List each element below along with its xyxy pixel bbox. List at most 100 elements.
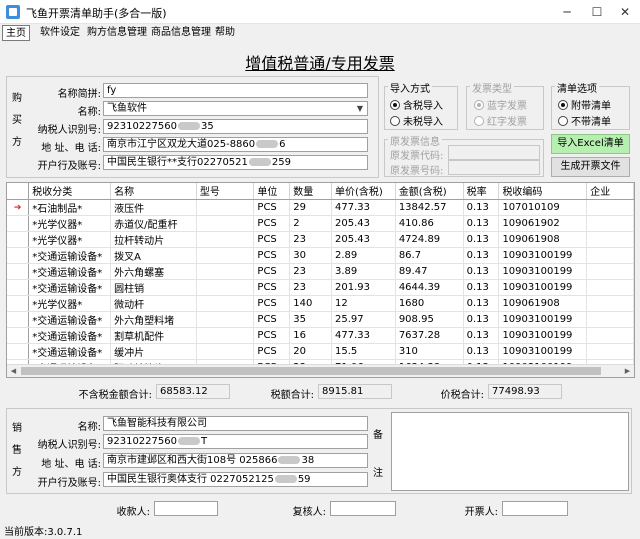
table-row[interactable]: *交通运输设备* 圆柱销 PCS 23 201.93 4644.39 0.13 1090310… — [7, 279, 634, 296]
menu-home[interactable]: 主页 — [2, 25, 30, 41]
table-cell[interactable]: 微动杆 — [110, 295, 197, 312]
table-cell[interactable]: *交通运输设备* — [28, 311, 112, 328]
payee-input[interactable] — [154, 501, 218, 516]
table-cell[interactable]: 0.13 — [463, 295, 500, 312]
table-row[interactable]: ➔ *石油制品* 液压件 PCS 29 477.33 13842.57 0.13 1070101… — [7, 199, 634, 216]
row-header[interactable] — [7, 279, 30, 296]
table-cell[interactable] — [196, 247, 255, 264]
table-cell[interactable]: 20 — [289, 343, 332, 360]
original-code-input[interactable] — [448, 145, 540, 160]
table-cell[interactable]: 35 — [289, 311, 332, 328]
row-header[interactable] — [7, 231, 30, 248]
minimize-button[interactable]: ─ — [552, 0, 582, 24]
table-cell[interactable]: 外六角塑料堵 — [110, 311, 197, 328]
table-cell[interactable]: 0.13 — [463, 311, 500, 328]
table-cell[interactable]: 140 — [289, 295, 332, 312]
table-cell[interactable]: *光学仪器* — [28, 295, 112, 312]
table-cell[interactable]: PCS — [253, 231, 291, 248]
table-cell[interactable]: PCS — [253, 327, 291, 344]
table-cell[interactable] — [196, 311, 255, 328]
table-cell[interactable]: *光学仪器* — [28, 231, 112, 248]
table-cell[interactable] — [586, 311, 634, 328]
table-cell[interactable] — [586, 343, 634, 360]
table-cell[interactable] — [586, 263, 634, 280]
table-cell[interactable]: 23 — [289, 279, 332, 296]
table-cell[interactable]: 圆柱销 — [110, 279, 197, 296]
table-cell[interactable]: 10903100199 — [498, 343, 588, 360]
table-cell[interactable] — [586, 215, 634, 232]
buyer-name-combo[interactable]: 飞鱼软件 ▼ — [103, 101, 368, 116]
table-cell[interactable]: 外六角螺塞 — [110, 263, 197, 280]
table-cell[interactable]: 缓冲片 — [110, 343, 197, 360]
table-cell[interactable]: 10903100199 — [498, 247, 588, 264]
row-header[interactable] — [7, 343, 30, 360]
buyer-bank-input[interactable]: 中国民生银行**支行02270521 259 — [103, 155, 368, 170]
import-excel-button[interactable]: 导入Excel清单 — [551, 134, 630, 154]
menu-buyer-manage[interactable]: 购方信息管理 — [84, 25, 150, 41]
row-header[interactable] — [7, 327, 30, 344]
table-cell[interactable]: 12 — [331, 295, 396, 312]
table-cell[interactable]: *石油制品* — [28, 199, 112, 216]
remarks-textarea[interactable] — [391, 412, 629, 491]
short-name-input[interactable]: fy — [103, 83, 368, 98]
row-header[interactable] — [7, 215, 30, 232]
table-cell[interactable]: 477.33 — [331, 327, 396, 344]
table-cell[interactable]: 109061908 — [498, 231, 588, 248]
row-header[interactable] — [7, 311, 30, 328]
table-cell[interactable]: 13842.57 — [395, 199, 464, 216]
seller-bank-input[interactable]: 中国民生银行奥体支行 0227052125 59 — [103, 472, 368, 487]
generate-file-button[interactable]: 生成开票文件 — [551, 157, 630, 177]
table-cell[interactable]: 割草机配件 — [110, 327, 197, 344]
table-cell[interactable]: *光学仪器* — [28, 215, 112, 232]
table-cell[interactable]: 25.97 — [331, 311, 396, 328]
table-cell[interactable] — [196, 215, 255, 232]
table-cell[interactable]: PCS — [253, 215, 291, 232]
table-cell[interactable]: 10903100199 — [498, 327, 588, 344]
column-header[interactable]: 单价(含税) — [331, 183, 396, 200]
row-header[interactable] — [7, 263, 30, 280]
scroll-left-icon[interactable]: ◀ — [7, 365, 20, 377]
menu-settings[interactable]: 软件设定 — [37, 25, 83, 41]
table-cell[interactable]: 0.13 — [463, 327, 500, 344]
maximize-button[interactable]: ☐ — [582, 0, 612, 24]
table-cell[interactable]: 205.43 — [331, 215, 396, 232]
table-cell[interactable]: *交通运输设备* — [28, 247, 112, 264]
seller-tax-id-input[interactable]: 92310227560 T — [103, 434, 368, 449]
table-cell[interactable]: 4644.39 — [395, 279, 464, 296]
table-row[interactable]: *交通运输设备* 割草机配件 PCS 16 477.33 7637.28 0.13 10903… — [7, 327, 634, 344]
column-header[interactable]: 数量 — [289, 183, 332, 200]
table-cell[interactable]: 86.7 — [395, 247, 464, 264]
column-header[interactable]: 税收分类 — [28, 183, 112, 200]
table-cell[interactable]: *交通运输设备* — [28, 279, 112, 296]
table-cell[interactable]: PCS — [253, 263, 291, 280]
table-cell[interactable] — [586, 327, 634, 344]
column-header[interactable]: 单位 — [253, 183, 291, 200]
row-header[interactable] — [7, 295, 30, 312]
table-row[interactable]: *交通运输设备* 缓冲片 PCS 20 15.5 310 0.13 10903100199 — [7, 343, 634, 360]
table-cell[interactable]: 15.5 — [331, 343, 396, 360]
table-cell[interactable]: 0.13 — [463, 199, 500, 216]
table-cell[interactable]: *交通运输设备* — [28, 343, 112, 360]
column-header[interactable]: 名称 — [110, 183, 197, 200]
table-cell[interactable] — [196, 295, 255, 312]
radio-red-invoice[interactable]: 红字发票 — [474, 113, 527, 128]
invoice-items-grid[interactable]: 税收分类 名称 型号 单位 数量 单价(含税) 金额(含税) 税率 税收编码 企… — [6, 182, 635, 378]
table-cell[interactable]: *交通运输设备* — [28, 263, 112, 280]
table-cell[interactable]: 2 — [289, 215, 332, 232]
row-header[interactable] — [7, 247, 30, 264]
table-cell[interactable]: 109061908 — [498, 295, 588, 312]
column-header[interactable]: 金额(含税) — [395, 183, 464, 200]
column-header[interactable]: 企业 — [586, 183, 634, 200]
table-cell[interactable]: 908.95 — [395, 311, 464, 328]
table-cell[interactable]: PCS — [253, 247, 291, 264]
table-cell[interactable]: 89.47 — [395, 263, 464, 280]
seller-name-input[interactable]: 飞鱼智能科技有限公司 — [103, 416, 368, 431]
table-cell[interactable] — [196, 343, 255, 360]
table-cell[interactable]: 0.13 — [463, 279, 500, 296]
drawer-input[interactable] — [502, 501, 568, 516]
table-cell[interactable]: PCS — [253, 343, 291, 360]
table-cell[interactable] — [196, 231, 255, 248]
table-row[interactable]: *交通运输设备* 外六角螺塞 PCS 23 3.89 89.47 0.13 109031001… — [7, 263, 634, 280]
table-cell[interactable]: 410.86 — [395, 215, 464, 232]
table-cell[interactable]: 109061902 — [498, 215, 588, 232]
